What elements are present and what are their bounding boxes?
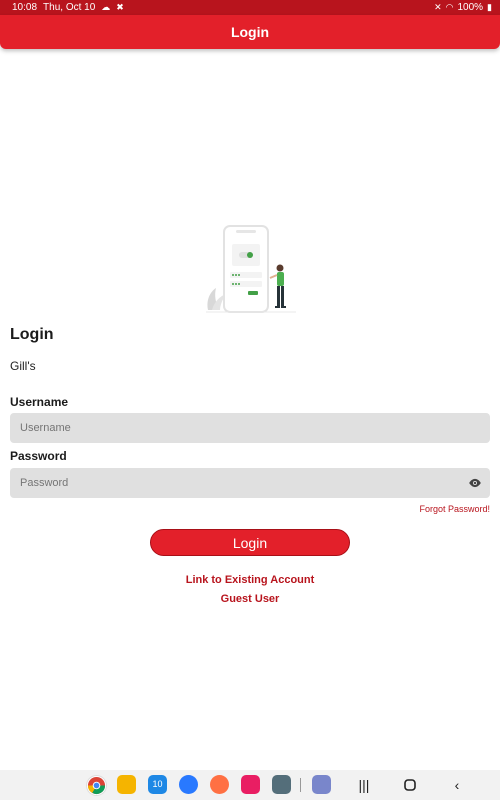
username-label: Username — [10, 395, 69, 409]
app-drawer-icon[interactable] — [272, 775, 291, 794]
camera-icon[interactable] — [241, 775, 260, 794]
recent-apps-button[interactable]: ||| — [355, 777, 373, 793]
mute-icon: ✕ — [434, 2, 442, 12]
link-existing-account[interactable]: Link to Existing Account — [0, 574, 500, 586]
status-bar: 10:08 Thu, Oct 10 ☁ ✖ ✕ ◠ 100% ▮ — [0, 0, 500, 15]
app-bar: Login — [0, 15, 500, 49]
company-name: Gill's — [10, 359, 36, 373]
chrome-icon[interactable] — [86, 775, 107, 796]
battery-percent: 100% — [457, 1, 484, 13]
cloud-icon: ☁ — [101, 2, 111, 12]
calendar-icon[interactable]: 10 — [148, 775, 167, 794]
battery-icon: ▮ — [487, 2, 492, 12]
status-date: Thu, Oct 10 — [43, 1, 96, 13]
password-label: Password — [10, 449, 67, 463]
home-button[interactable] — [401, 777, 419, 793]
login-button[interactable]: Login — [150, 529, 350, 556]
wifi-icon: ◠ — [445, 2, 454, 12]
forgot-password-link[interactable]: Forgot Password! — [419, 504, 490, 514]
login-heading: Login — [10, 326, 54, 343]
messages-icon[interactable] — [179, 775, 198, 794]
contacts-icon[interactable] — [210, 775, 229, 794]
password-input[interactable] — [10, 468, 490, 498]
avatar-app-icon[interactable] — [312, 775, 331, 794]
guest-user-link[interactable]: Guest User — [0, 593, 500, 605]
login-illustration — [206, 225, 296, 313]
username-input[interactable] — [10, 413, 490, 443]
app-bar-title: Login — [230, 24, 270, 40]
dock-divider — [300, 778, 301, 792]
status-time: 10:08 — [12, 1, 38, 13]
files-icon[interactable] — [117, 775, 136, 794]
back-button[interactable]: ‹ — [448, 777, 466, 793]
show-password-eye-icon[interactable] — [468, 476, 482, 490]
tools-icon: ✖ — [116, 2, 124, 12]
